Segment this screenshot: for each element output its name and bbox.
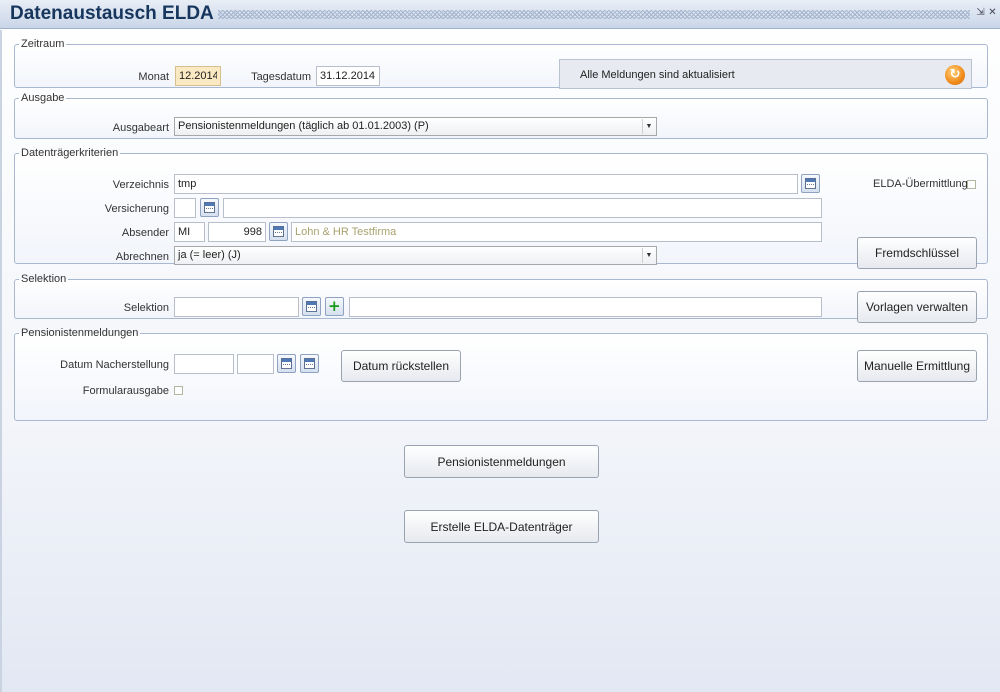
- absender-lookup-button[interactable]: [269, 222, 288, 241]
- elda-checkbox[interactable]: [967, 180, 976, 189]
- datum-nacherstellung-input-1[interactable]: [174, 354, 234, 374]
- minimize-icon[interactable]: ⇲: [975, 7, 986, 18]
- chevron-down-icon: ▼: [642, 248, 655, 263]
- monat-label: Monat: [138, 71, 169, 83]
- ausgabeart-select[interactable]: Pensionistenmeldungen (täglich ab 01.01.…: [174, 117, 657, 136]
- datum-rueckstellen-button[interactable]: Datum rückstellen: [341, 350, 461, 382]
- versicherung-label: Versicherung: [104, 203, 169, 215]
- title-bar: Datenaustausch ELDA ⇲ ✕: [0, 0, 1000, 29]
- datum-calendar-button-2[interactable]: [300, 354, 319, 373]
- pensionistenmeldungen-button[interactable]: Pensionistenmeldungen: [404, 445, 599, 478]
- main-content: Zeitraum Monat Tagesdatum Alle Meldungen…: [0, 30, 1000, 692]
- absender-number-input[interactable]: [208, 222, 266, 242]
- group-zeitraum: Zeitraum Monat Tagesdatum Alle Meldungen…: [14, 38, 988, 89]
- title-bar-pattern: [218, 10, 970, 19]
- ausgabeart-label: Ausgabeart: [112, 122, 169, 134]
- tagesdatum-input[interactable]: [316, 66, 380, 86]
- absender-label: Absender: [121, 227, 169, 239]
- status-text: Alle Meldungen sind aktualisiert: [580, 69, 735, 81]
- absender-name-input[interactable]: [291, 222, 822, 242]
- group-ausgabe: Ausgabe Ausgabeart Pensionistenmeldungen…: [14, 92, 988, 139]
- selektion-lookup-button[interactable]: [302, 297, 321, 316]
- verzeichnis-label: Verzeichnis: [112, 179, 169, 191]
- verzeichnis-input[interactable]: [174, 174, 798, 194]
- abrechnen-label: Abrechnen: [115, 251, 169, 263]
- group-datentraeger-legend: Datenträgerkriterien: [21, 147, 119, 159]
- versicherung-name-input[interactable]: [223, 198, 822, 218]
- group-selektion: Selektion Selektion + Vorlagen verwalten: [14, 273, 988, 323]
- ausgabeart-value: Pensionistenmeldungen (täglich ab 01.01.…: [178, 120, 429, 132]
- group-datentraegerkriterien: Datenträgerkriterien Verzeichnis ELDA-Üb…: [14, 147, 988, 269]
- tagesdatum-label: Tagesdatum: [251, 71, 311, 83]
- close-icon[interactable]: ✕: [987, 7, 998, 18]
- group-ausgabe-legend: Ausgabe: [21, 92, 65, 104]
- verzeichnis-browse-button[interactable]: [801, 174, 820, 193]
- elda-label: ELDA-Übermittlung: [873, 178, 968, 190]
- selektion-label: Selektion: [123, 302, 169, 314]
- versicherung-code-input[interactable]: [174, 198, 196, 218]
- datum-nacherstellung-label: Datum Nacherstellung: [60, 359, 169, 371]
- datum-nacherstellung-input-2[interactable]: [237, 354, 274, 374]
- calendar-icon: [306, 301, 317, 312]
- group-zeitraum-legend: Zeitraum: [21, 38, 65, 50]
- datum-calendar-button-1[interactable]: [277, 354, 296, 373]
- selektion-description-input[interactable]: [349, 297, 822, 317]
- calendar-icon: [281, 358, 292, 369]
- selektion-input[interactable]: [174, 297, 299, 317]
- erstelle-elda-datentraeger-button[interactable]: Erstelle ELDA-Datenträger: [404, 510, 599, 543]
- abrechnen-value: ja (= leer) (J): [178, 249, 241, 261]
- calendar-icon: [273, 226, 284, 237]
- monat-input[interactable]: [175, 66, 221, 86]
- chevron-down-icon: ▼: [642, 119, 655, 134]
- manuelle-ermittlung-button[interactable]: Manuelle Ermittlung: [857, 350, 977, 382]
- formularausgabe-label: Formularausgabe: [82, 385, 169, 397]
- formularausgabe-checkbox[interactable]: [174, 386, 183, 395]
- status-panel: Alle Meldungen sind aktualisiert ↻: [559, 59, 972, 89]
- vorlagen-verwalten-button[interactable]: Vorlagen verwalten: [857, 291, 977, 323]
- refresh-icon[interactable]: ↻: [945, 65, 965, 85]
- window-title: Datenaustausch ELDA: [10, 3, 214, 24]
- versicherung-lookup-button[interactable]: [200, 198, 219, 217]
- calendar-icon: [304, 358, 315, 369]
- selektion-add-button[interactable]: +: [325, 297, 344, 316]
- fremdschluessel-button[interactable]: Fremdschlüssel: [857, 237, 977, 269]
- plus-icon: +: [328, 297, 341, 315]
- group-pensionisten-legend: Pensionistenmeldungen: [21, 327, 139, 339]
- calendar-icon: [204, 202, 215, 213]
- group-selektion-legend: Selektion: [21, 273, 67, 285]
- absender-code-input[interactable]: [174, 222, 205, 242]
- calendar-icon: [805, 178, 816, 189]
- group-pensionistenmeldungen: Pensionistenmeldungen Datum Nacherstellu…: [14, 327, 988, 421]
- abrechnen-select[interactable]: ja (= leer) (J) ▼: [174, 246, 657, 265]
